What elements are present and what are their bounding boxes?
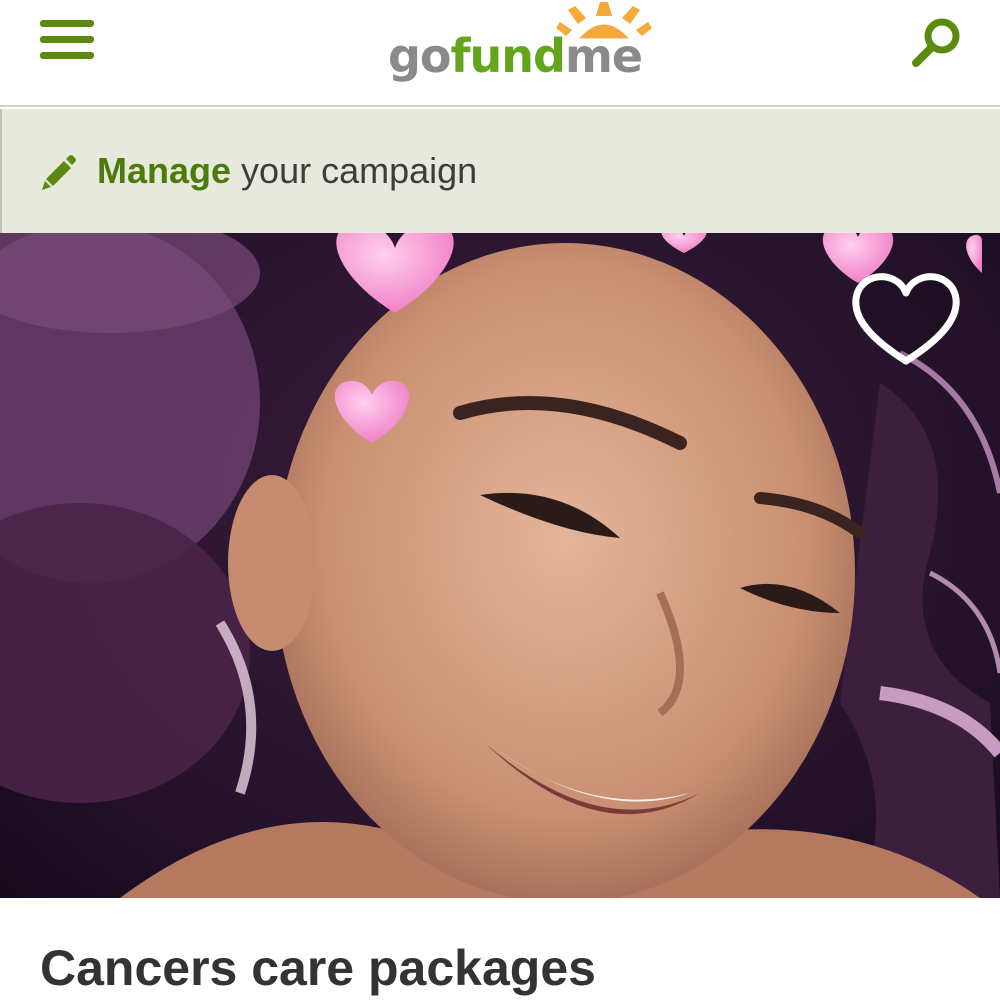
logo-wordmark: gofundme [388, 29, 643, 83]
pencil-icon [42, 155, 76, 190]
logo-me: me [564, 29, 643, 83]
logo-go: go [388, 29, 452, 83]
manage-strong-text: Manage [97, 150, 232, 191]
manage-campaign-bar[interactable]: Manage your campaign [0, 109, 1000, 233]
heart-outline-icon[interactable] [848, 271, 964, 371]
logo-fund: fund [450, 29, 566, 83]
gofundme-page: gofundme Manage your campaign Cancers ca… [0, 0, 1000, 1000]
manage-campaign-label: Manage your campaign [97, 149, 477, 193]
gofundme-logo[interactable]: gofundme [388, 2, 652, 88]
top-header: gofundme [0, 0, 1000, 107]
campaign-title: Cancers care packages [40, 940, 596, 996]
hamburger-menu-icon[interactable] [40, 18, 98, 62]
search-icon[interactable] [908, 14, 968, 68]
manage-rest-text: your campaign [231, 150, 478, 191]
campaign-photo [0, 233, 1000, 898]
